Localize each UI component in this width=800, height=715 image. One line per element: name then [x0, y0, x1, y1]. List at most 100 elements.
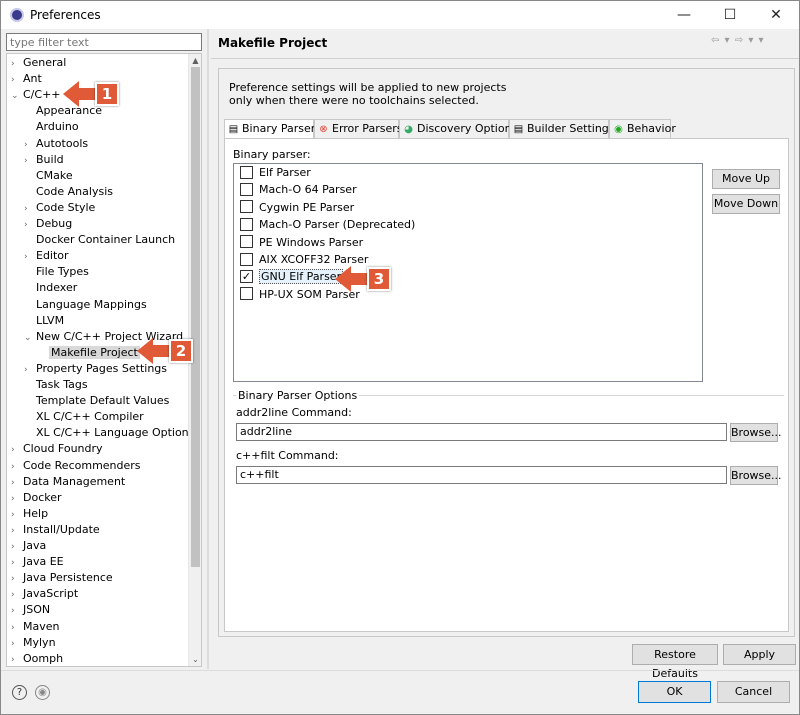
tree-item[interactable]: › Data Management — [11, 474, 125, 490]
move-up-button[interactable]: Move Up — [712, 169, 780, 189]
chevron-icon[interactable]: ⌄ — [24, 330, 36, 346]
chevron-icon[interactable]: › — [11, 459, 23, 475]
tab-discovery-options[interactable]: ◕ Discovery Options — [399, 119, 517, 138]
tree-item[interactable]: › Code Style — [24, 200, 95, 216]
chevron-icon[interactable]: › — [11, 603, 23, 619]
checkbox[interactable] — [240, 165, 253, 179]
filter-input[interactable] — [6, 33, 202, 51]
tree-item[interactable]: › Code Recommenders — [11, 458, 141, 474]
close-button[interactable]: ✕ — [753, 1, 799, 29]
tree-item[interactable]: › Build — [24, 152, 64, 168]
tree-item[interactable]: › JavaScript — [11, 586, 78, 602]
nav-arrows-icon[interactable]: ⇦ ▾ ⇨ ▾ ▾ — [711, 35, 765, 46]
tree-item-label: JavaScript — [23, 587, 79, 601]
browse-cppfilt-button[interactable]: Browse... — [730, 466, 782, 485]
chevron-icon[interactable]: › — [11, 636, 23, 652]
tree-item[interactable]: › Autotools — [24, 136, 88, 152]
cancel-button[interactable]: Cancel — [717, 681, 790, 703]
help-icon[interactable]: ? — [12, 685, 27, 700]
chevron-icon[interactable]: › — [11, 587, 23, 603]
browse-addr2line-button[interactable]: Browse... — [730, 423, 782, 442]
chevron-icon[interactable]: › — [11, 523, 23, 539]
chevron-icon[interactable]: › — [11, 652, 23, 666]
tree-item[interactable]: › Java Persistence — [11, 570, 113, 586]
tree-item[interactable]: › Install/Update — [11, 522, 100, 538]
tree-item[interactable]: Arduino — [24, 119, 79, 135]
parser-item[interactable]: Mach-O Parser (Deprecated) — [240, 217, 415, 233]
tree-item[interactable]: LLVM — [24, 313, 64, 329]
checkbox[interactable] — [240, 235, 253, 249]
chevron-icon[interactable]: › — [11, 72, 23, 88]
tree-item[interactable]: › Cloud Foundry — [11, 441, 103, 457]
chevron-icon[interactable]: › — [11, 507, 23, 523]
tree-item[interactable]: Task Tags — [24, 377, 88, 393]
chevron-icon[interactable]: › — [24, 249, 36, 265]
tree-item[interactable]: › Ant — [11, 71, 42, 87]
chevron-icon[interactable]: › — [11, 475, 23, 491]
tree-item[interactable]: Makefile Project — [37, 345, 140, 361]
ok-button[interactable]: OK — [638, 681, 711, 703]
tree-item[interactable]: ⌄ C/C++ — [11, 87, 61, 103]
tree-item[interactable]: Template Default Values — [24, 393, 169, 409]
parser-item[interactable]: Cygwin PE Parser — [240, 200, 354, 216]
parser-item[interactable]: ✓ GNU Elf Parser — [240, 269, 344, 285]
move-down-button[interactable]: Move Down — [712, 194, 780, 214]
restore-defaults-button[interactable]: Restore Defaults — [632, 644, 718, 680]
chevron-icon[interactable]: › — [11, 56, 23, 72]
chevron-icon[interactable]: › — [11, 571, 23, 587]
tree-item[interactable]: › Mylyn — [11, 635, 56, 651]
tree-item[interactable]: › JSON — [11, 602, 50, 618]
tab-behavior[interactable]: ◉ Behavior — [609, 119, 676, 138]
tree-item[interactable]: › General — [11, 55, 66, 71]
addr2line-input[interactable]: addr2line — [236, 423, 727, 441]
tree-item[interactable]: Docker Container Launch — [24, 232, 175, 248]
tree-item[interactable]: › Maven — [11, 619, 59, 635]
checkbox[interactable] — [240, 217, 253, 231]
tree-item[interactable]: XL C/C++ Compiler — [24, 409, 144, 425]
chevron-icon[interactable]: › — [24, 153, 36, 169]
checkbox[interactable] — [240, 252, 253, 266]
tree-item[interactable]: › Editor — [24, 248, 69, 264]
chevron-icon[interactable]: › — [11, 491, 23, 507]
split-sash[interactable] — [207, 29, 209, 669]
scroll-down-icon[interactable]: ⌄ — [189, 653, 201, 666]
tree-item[interactable]: Code Analysis — [24, 184, 113, 200]
tree-item[interactable]: › Debug — [24, 216, 72, 232]
tree-item[interactable]: XL C/C++ Language Options — [24, 425, 194, 441]
tree-item[interactable]: › Java EE — [11, 554, 64, 570]
chevron-icon[interactable]: ⌄ — [11, 88, 23, 104]
tab-builder-settings[interactable]: ▤ Builder Settings — [509, 119, 615, 138]
chevron-icon[interactable]: › — [11, 442, 23, 458]
tree-item[interactable]: › Help — [11, 506, 48, 522]
maximize-button[interactable]: ☐ — [707, 1, 753, 29]
minimize-button[interactable]: — — [661, 1, 707, 29]
cppfilt-input[interactable]: c++filt — [236, 466, 727, 484]
tree-item[interactable]: › Docker — [11, 490, 62, 506]
tree-item[interactable]: › Oomph — [11, 651, 63, 666]
checkbox[interactable] — [240, 200, 253, 214]
tree-item[interactable]: Indexer — [24, 280, 77, 296]
tree-item[interactable]: File Types — [24, 264, 89, 280]
tab-binary-parsers[interactable]: ▤ Binary Parsers — [224, 119, 321, 139]
parser-item[interactable]: Elf Parser — [240, 165, 311, 181]
chevron-icon[interactable]: › — [24, 362, 36, 378]
tree-item[interactable]: Language Mappings — [24, 297, 147, 313]
tree-item[interactable]: CMake — [24, 168, 73, 184]
chevron-icon[interactable]: › — [11, 620, 23, 636]
scroll-up-icon[interactable]: ▲ — [189, 54, 201, 67]
checkbox[interactable]: ✓ — [240, 269, 253, 283]
tab-error-parsers[interactable]: ⊗ Error Parsers — [314, 119, 402, 138]
chevron-icon[interactable]: › — [11, 555, 23, 571]
checkbox[interactable] — [240, 182, 253, 196]
parser-item[interactable]: PE Windows Parser — [240, 235, 363, 251]
apply-button[interactable]: Apply — [723, 644, 796, 665]
chevron-icon[interactable]: › — [24, 137, 36, 153]
chevron-icon[interactable]: › — [24, 201, 36, 217]
tree-item[interactable]: › Java — [11, 538, 46, 554]
record-icon[interactable]: ◉ — [35, 685, 50, 700]
chevron-icon[interactable]: › — [24, 217, 36, 233]
checkbox[interactable] — [240, 287, 253, 301]
chevron-icon[interactable]: › — [11, 539, 23, 555]
scroll-thumb[interactable] — [191, 67, 200, 567]
parser-item[interactable]: Mach-O 64 Parser — [240, 182, 357, 198]
